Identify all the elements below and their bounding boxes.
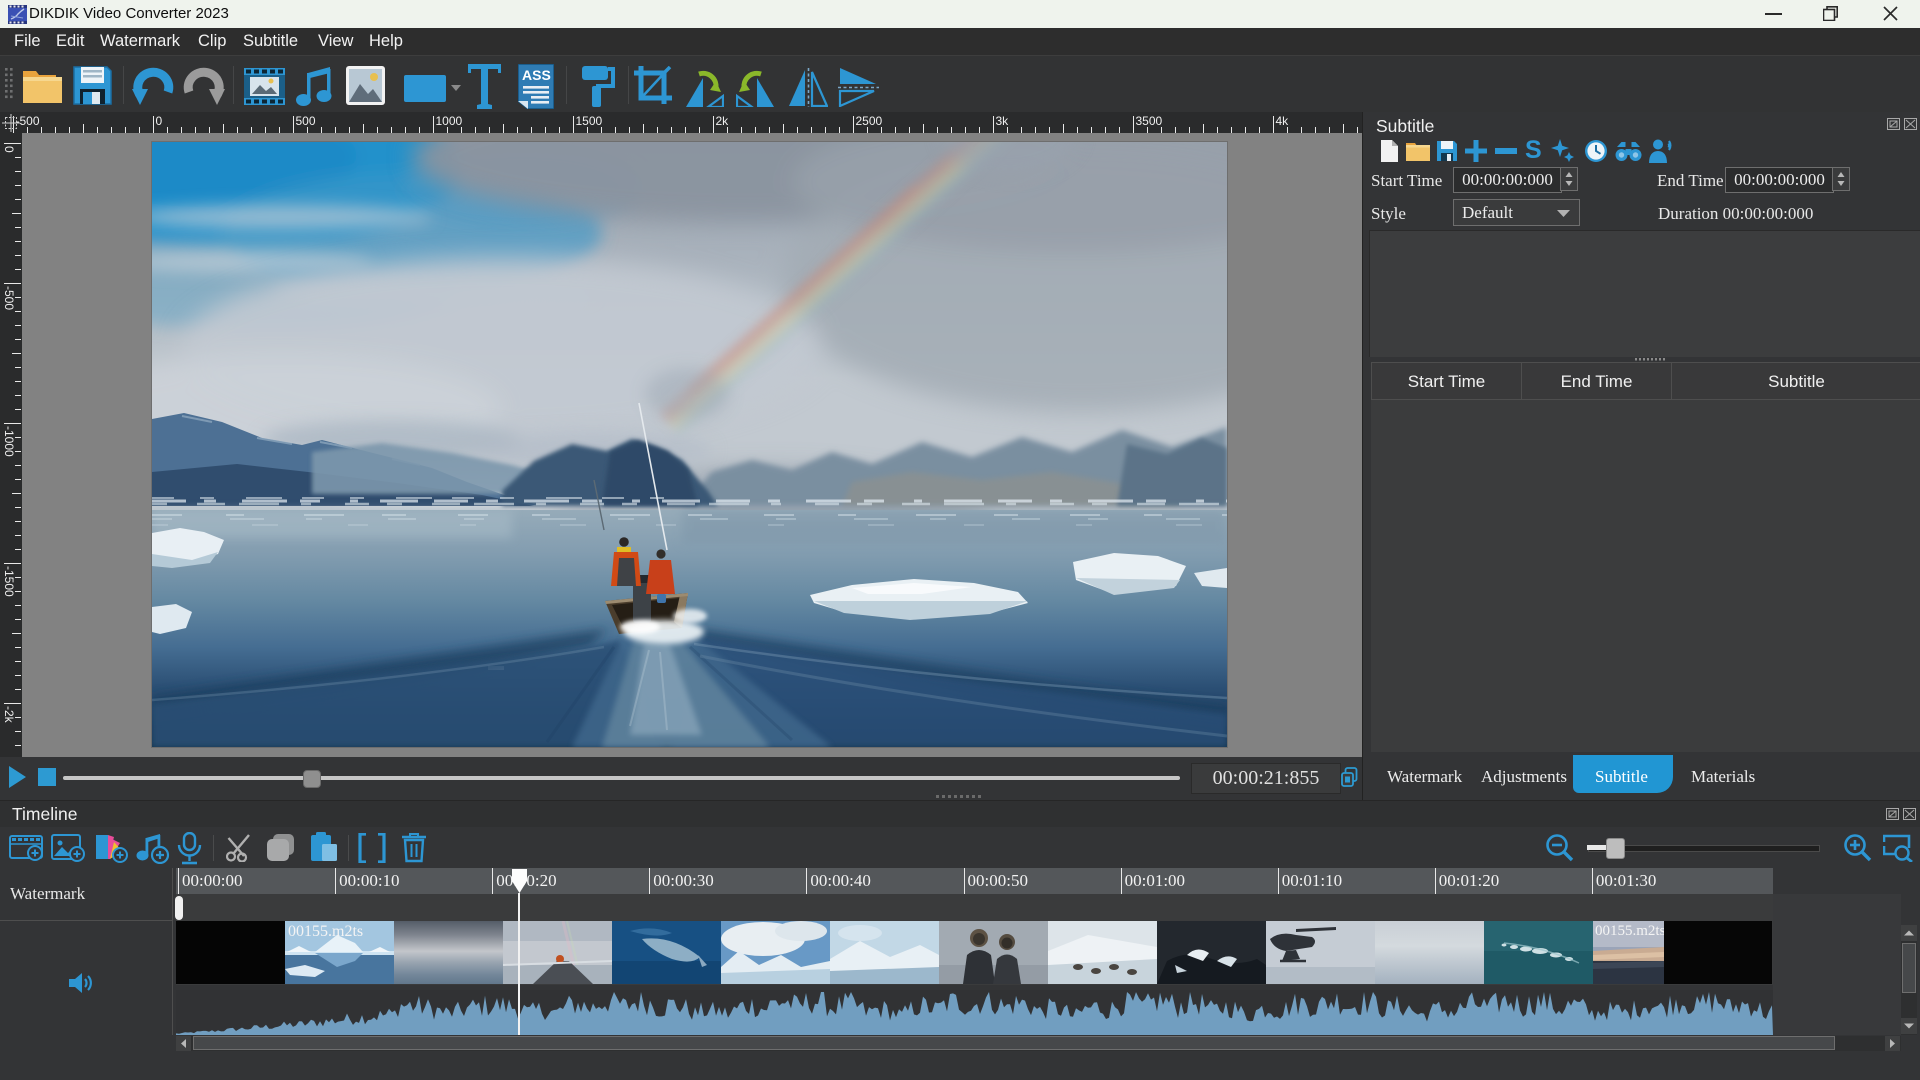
svg-text:ASS: ASS [522, 67, 551, 83]
